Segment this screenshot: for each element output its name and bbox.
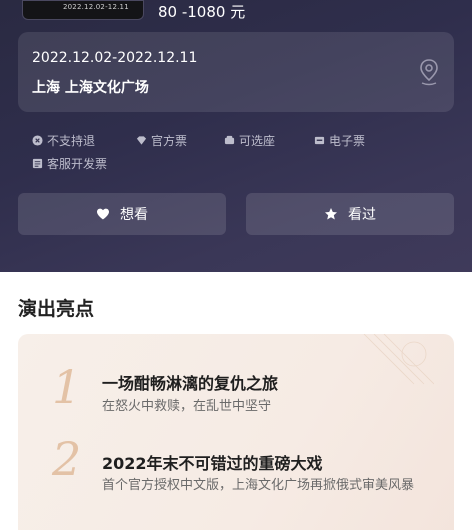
highlight-title: 2022年末不可错过的重磅大戏 <box>102 454 323 473</box>
highlight-title: 一场酣畅淋漓的复仇之旅 <box>102 374 279 393</box>
event-header: 2022.12.02-12.11 80 -1080 元 2022.12.02-2… <box>0 0 472 272</box>
venue-card[interactable]: 2022.12.02-2022.12.11 上海 上海文化广场 <box>18 32 454 112</box>
tag-invoice: 客服开发票 <box>32 155 107 172</box>
highlights-card: 1 一场酣畅淋漓的复仇之旅 在怒火中救赎，在乱世中坚守 2 2022年末不可错过… <box>18 334 454 530</box>
venue-date: 2022.12.02-2022.12.11 <box>32 50 198 66</box>
seen-button[interactable]: 看过 <box>246 193 454 235</box>
diamond-icon <box>136 136 147 145</box>
tag-label: 不支持退 <box>47 134 96 148</box>
tag-label: 官方票 <box>151 134 188 148</box>
location-pin-icon[interactable] <box>418 58 440 86</box>
tag-e-ticket: 电子票 <box>314 132 365 149</box>
close-circle-icon <box>32 135 43 146</box>
star-icon <box>325 208 337 220</box>
poster-thumbnail[interactable]: 2022.12.02-12.11 <box>22 0 144 20</box>
venue-place: 上海 上海文化广场 <box>32 80 149 96</box>
tag-seat-selection: 可选座 <box>224 132 275 149</box>
tag-label: 客服开发票 <box>47 157 108 171</box>
highlights-section: 演出亮点 1 一场酣畅淋漓的复仇之旅 在怒火中救赎，在乱世中坚守 2 2022年… <box>0 272 472 530</box>
invoice-icon <box>32 158 43 169</box>
ticket-icon <box>314 136 325 145</box>
section-title: 演出亮点 <box>18 298 95 320</box>
tag-label: 电子票 <box>329 134 366 148</box>
highlight-number: 2 <box>52 432 82 486</box>
highlight-description: 首个官方授权中文版，上海文化广场再掀俄式审美风暴 <box>102 478 415 493</box>
seat-icon <box>224 135 235 145</box>
tag-official-ticket: 官方票 <box>136 132 187 149</box>
tag-label: 可选座 <box>239 134 276 148</box>
highlight-description: 在怒火中救赎，在乱世中坚守 <box>102 399 272 414</box>
price-range: 80 -1080 元 <box>158 3 246 21</box>
heart-icon <box>97 208 109 220</box>
poster-caption: 2022.12.02-12.11 <box>63 3 129 11</box>
seen-label: 看过 <box>348 207 376 223</box>
highlight-number: 1 <box>52 360 82 414</box>
decorative-pattern <box>363 334 434 385</box>
tag-no-refund: 不支持退 <box>32 132 95 149</box>
want-to-see-button[interactable]: 想看 <box>18 193 226 235</box>
want-to-see-label: 想看 <box>120 207 148 223</box>
